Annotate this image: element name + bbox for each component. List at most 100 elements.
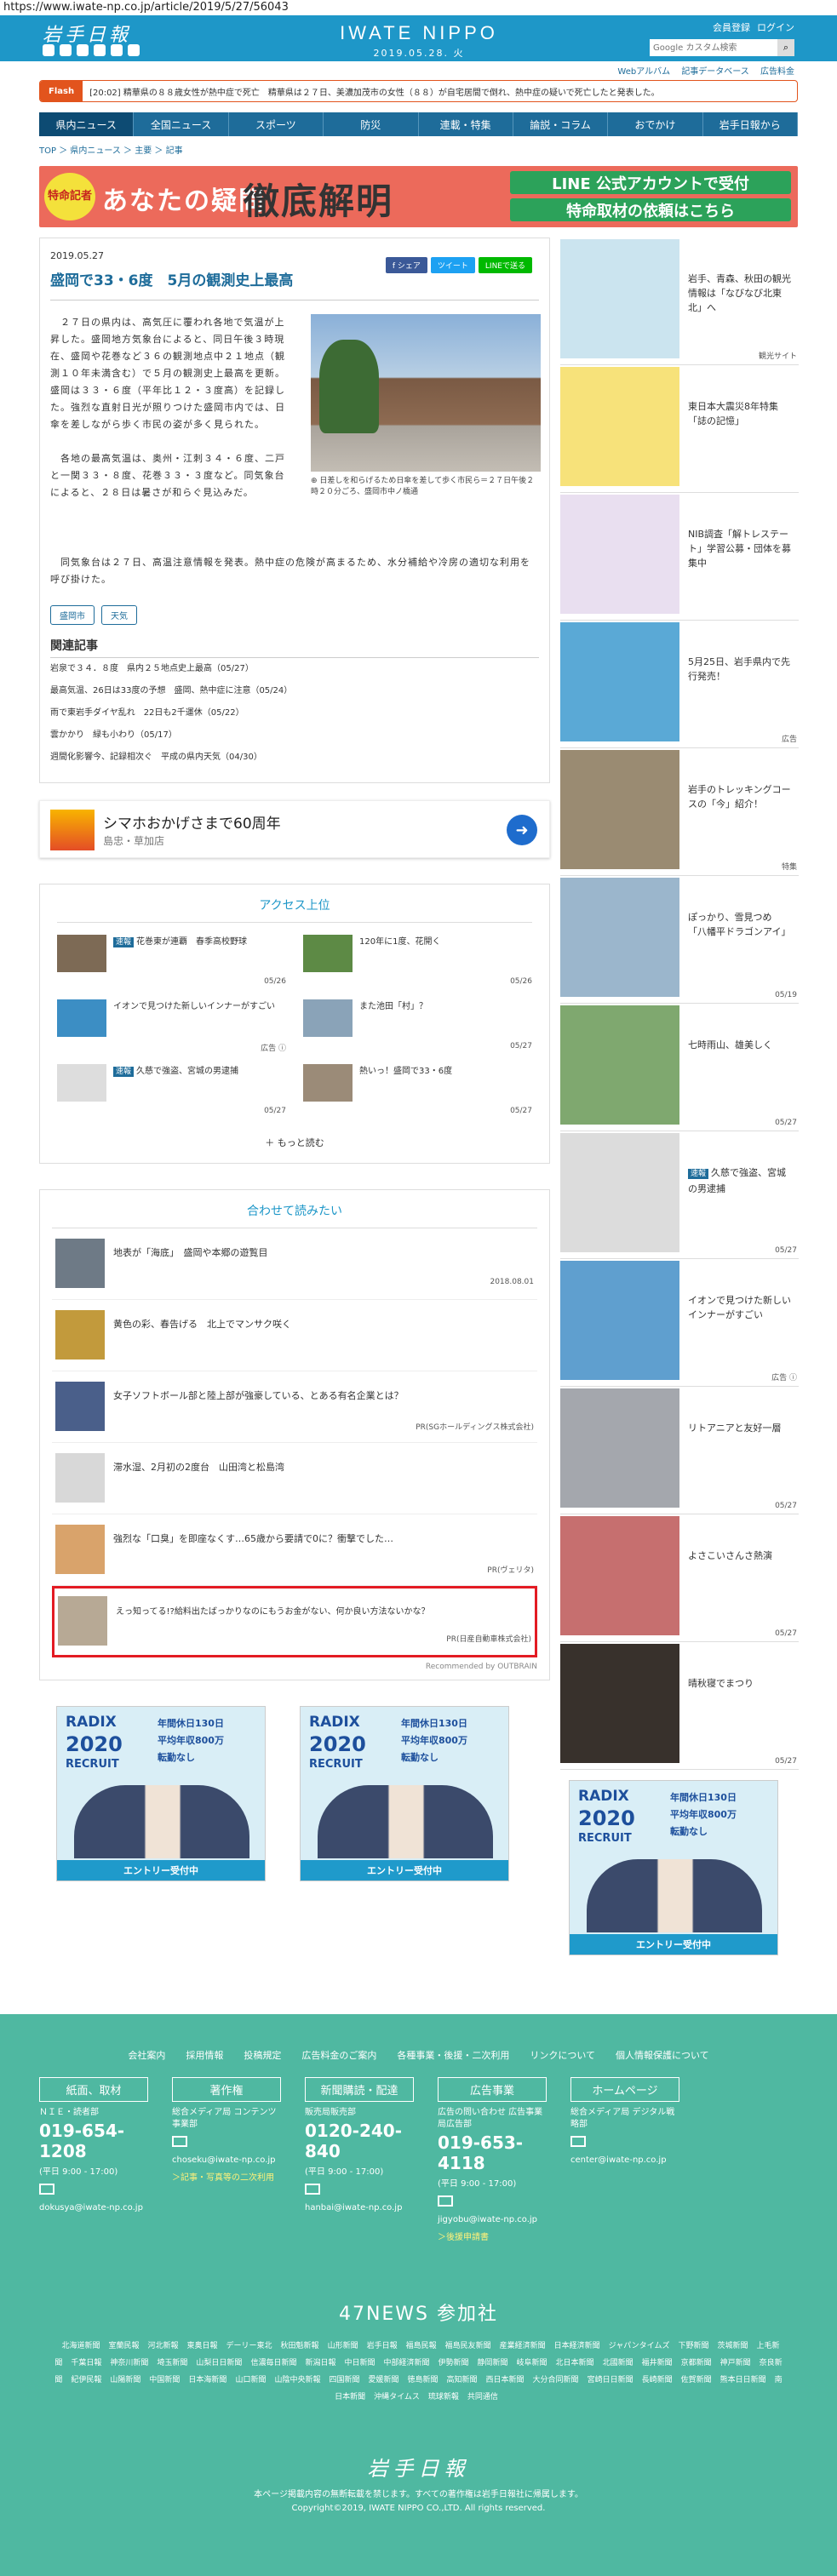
partner-paper-link[interactable]: 西日本新聞 <box>486 2376 525 2384</box>
sidebar-item[interactable]: 5月25日、岩手県内で先行発売！ 広告 <box>560 621 799 748</box>
partner-paper-link[interactable]: 山口新聞 <box>235 2376 266 2384</box>
contact-heading[interactable]: ホームページ <box>570 2077 679 2102</box>
ranking-item[interactable]: 熱いっ！盛岡で33・6度 05/27 <box>303 1064 532 1129</box>
footer-link[interactable]: 広告料金のご案内 <box>301 2048 376 2062</box>
login-link[interactable]: ログイン <box>757 20 794 34</box>
sidebar-item[interactable]: イオンで見つけた新しいインナーがすごい 広告 ⓘ <box>560 1259 799 1387</box>
ranking-item[interactable]: 速報 花巻東が連覇 春季高校野球 05/26 <box>57 935 286 999</box>
mail-icon[interactable] <box>438 2195 453 2207</box>
partner-paper-link[interactable]: 大分合同新聞 <box>533 2376 579 2384</box>
ranking-item[interactable]: イオンで見つけた新しいインナーがすごい 広告 ⓘ <box>57 999 286 1064</box>
sidebar-item[interactable]: 岩手のトレッキングコースの「今」紹介！ 特集 <box>560 748 799 876</box>
shimaho-ad[interactable]: シマホおかげさまで60周年 島忠・草加店 ➜ <box>39 800 550 858</box>
partner-paper-link[interactable]: 紀伊民報 <box>71 2376 101 2384</box>
promo-banner[interactable]: 特命記者 あなたの疑問 徹底解明 LINE 公式アカウントで受付 特命取材の依頼… <box>39 166 798 227</box>
footer-logo[interactable]: 岩手日報 <box>0 2452 837 2482</box>
sidebar-item[interactable]: よさこいさんさ熱演 05/27 <box>560 1514 799 1642</box>
partner-paper-link[interactable]: 室蘭民報 <box>108 2342 139 2350</box>
partner-paper-link[interactable]: 産業経済新聞 <box>500 2342 546 2350</box>
radix-entry-button[interactable]: エントリー受付中 <box>301 1860 508 1880</box>
article-photo[interactable] <box>311 314 541 472</box>
contact-email[interactable]: hanbai@iwate-np.co.jp <box>305 2202 414 2214</box>
sidebar-item[interactable]: NIB調査「解トレステート」学習公募・団体を募集中 <box>560 493 799 621</box>
mail-icon[interactable] <box>305 2184 320 2195</box>
sidebar-item[interactable]: 岩手、青森、秋田の観光情報は「なびなび北東北」へ 観光サイト <box>560 238 799 365</box>
sidebar-item[interactable]: 七時雨山、雄美しく 05/27 <box>560 1004 799 1131</box>
contact-phone[interactable]: 019-654-1208 <box>39 2121 148 2161</box>
youtube-icon[interactable] <box>77 44 89 56</box>
facebook-icon[interactable] <box>60 44 72 56</box>
mail-icon[interactable] <box>39 2184 54 2195</box>
banner-line-button[interactable]: LINE 公式アカウントで受付 <box>510 171 791 194</box>
nav-national-news[interactable]: 全国ニュース <box>134 112 229 136</box>
subnav-web-album[interactable]: Webアルバム <box>617 67 670 77</box>
partner-paper-link[interactable]: 北國新聞 <box>603 2359 633 2367</box>
radix-ad[interactable]: RADIX 2020 RECRUIT 年間休日130日 平均年収800万 転勤なし … <box>569 1780 778 1955</box>
flash-text[interactable]: [20:02] 精華県の８８歳女性が熱中症で死亡 精華県は２７日、美濃加茂市の女… <box>83 85 667 98</box>
mail-icon[interactable] <box>172 2136 187 2147</box>
recommend-item[interactable]: 黄色の彩、春告げる 北上でマンサク咲く <box>52 1300 537 1371</box>
subnav-database[interactable]: 記事データベース <box>681 67 749 77</box>
contact-heading[interactable]: 広告事業 <box>438 2077 547 2102</box>
partner-paper-link[interactable]: 神奈川新聞 <box>110 2359 148 2367</box>
related-item[interactable]: 雨で東岩手ダイヤ乱れ 22日も2千運休（05/22） <box>50 702 539 724</box>
partner-paper-link[interactable]: 山陰中央新報 <box>274 2376 320 2384</box>
partner-paper-link[interactable]: 神戸新聞 <box>720 2359 751 2367</box>
partner-paper-link[interactable]: 佐賀新聞 <box>681 2376 712 2384</box>
twitter-icon[interactable] <box>43 44 54 56</box>
partner-paper-link[interactable]: 日本海新聞 <box>188 2376 226 2384</box>
partner-paper-link[interactable]: 長崎新聞 <box>642 2376 673 2384</box>
radix-ad[interactable]: RADIX 2020 RECRUIT 年間休日130日 平均年収800万 転勤なし … <box>300 1706 509 1881</box>
contact-extra-link[interactable]: ＞記事・写真等の二次利用 <box>172 2170 281 2183</box>
partner-paper-link[interactable]: 福島民報 <box>406 2342 437 2350</box>
partner-paper-link[interactable]: 山梨日日新聞 <box>196 2359 242 2367</box>
ranking-item[interactable]: 速報 久慈で強盗、宮城の男逮捕 05/27 <box>57 1064 286 1129</box>
partner-paper-link[interactable]: 埼玉新聞 <box>157 2359 187 2367</box>
nav-disaster[interactable]: 防災 <box>324 112 419 136</box>
search-input[interactable] <box>650 39 777 56</box>
subnav-ad-rates[interactable]: 広告料金 <box>760 67 794 77</box>
tag-morioka[interactable]: 盛岡市 <box>50 605 95 625</box>
ranking-item[interactable]: また池田「村」？ 05/27 <box>303 999 532 1064</box>
partner-paper-link[interactable]: 信濃毎日新聞 <box>250 2359 296 2367</box>
partner-paper-link[interactable]: 伊勢新聞 <box>439 2359 469 2367</box>
read-more-button[interactable]: ＋ もっと読む <box>57 1136 532 1149</box>
partner-paper-link[interactable]: 茨城新聞 <box>718 2342 748 2350</box>
partner-paper-link[interactable]: 共同通信 <box>467 2393 498 2401</box>
sidebar-item[interactable]: 速報 久慈で強盗、宮城の男逮捕 05/27 <box>560 1131 799 1259</box>
mail-icon[interactable] <box>570 2136 586 2147</box>
outbrain-credit[interactable]: Recommended by OUTBRAIN <box>52 1663 537 1671</box>
partner-paper-link[interactable]: 山陽新聞 <box>110 2376 140 2384</box>
partner-paper-link[interactable]: 岐阜新聞 <box>517 2359 547 2367</box>
related-item[interactable]: 週間化影響今、記録相次ぐ 平成の県内天気（04/30） <box>50 747 539 769</box>
footer-link[interactable]: リンクについて <box>530 2048 595 2062</box>
radix-entry-button[interactable]: エントリー受付中 <box>570 1934 777 1955</box>
footer-link[interactable]: 採用情報 <box>186 2048 223 2062</box>
nav-from-nippo[interactable]: 岩手日報から <box>703 112 798 136</box>
sidebar-item[interactable]: 晴秋寝でまつり 05/27 <box>560 1642 799 1770</box>
banner-request-button[interactable]: 特命取材の依頼はこちら <box>510 198 791 221</box>
footer-link[interactable]: 会社案内 <box>128 2048 165 2062</box>
partner-paper-link[interactable]: 東奥日報 <box>187 2342 218 2350</box>
partner-paper-link[interactable]: 徳島新聞 <box>408 2376 439 2384</box>
partner-paper-link[interactable]: 中国新聞 <box>149 2376 180 2384</box>
address-bar[interactable]: https://www.iwate-np.co.jp/article/2019/… <box>0 0 837 15</box>
partner-paper-link[interactable]: 北海道新聞 <box>61 2342 100 2350</box>
partner-paper-link[interactable]: 愛媛新聞 <box>368 2376 398 2384</box>
recommend-item[interactable]: 女子ソフトボール部と陸上部が強豪している、とある有名企業とは？ PR(SGホールデ… <box>52 1371 537 1443</box>
partner-paper-link[interactable]: 山形新聞 <box>328 2342 358 2350</box>
partner-paper-link[interactable]: 熊本日日新聞 <box>720 2376 766 2384</box>
flash-news[interactable]: Flash [20:02] 精華県の８８歳女性が熱中症で死亡 精華県は２７日、美… <box>39 80 798 102</box>
contact-phone[interactable]: 0120-240-840 <box>305 2121 414 2161</box>
contact-email[interactable]: dokusya@iwate-np.co.jp <box>39 2202 148 2214</box>
partner-paper-link[interactable]: 中部経済新聞 <box>383 2359 429 2367</box>
partner-paper-link[interactable]: 琉球新報 <box>428 2393 459 2401</box>
contact-extra-link[interactable]: ＞後援申請書 <box>438 2230 547 2242</box>
partner-paper-link[interactable]: 静岡新聞 <box>478 2359 508 2367</box>
contact-heading[interactable]: 新聞購読・配達 <box>305 2077 414 2102</box>
line-icon[interactable] <box>111 44 123 56</box>
register-link[interactable]: 会員登録 <box>713 20 750 34</box>
partner-paper-link[interactable]: 中日新聞 <box>344 2359 375 2367</box>
recommend-item[interactable]: 強烈な「口臭」を即座なくす…65歳から要請で0に？衝撃でした… PR(ヴェリタ) <box>52 1514 537 1586</box>
partner-paper-link[interactable]: 福井新聞 <box>642 2359 673 2367</box>
